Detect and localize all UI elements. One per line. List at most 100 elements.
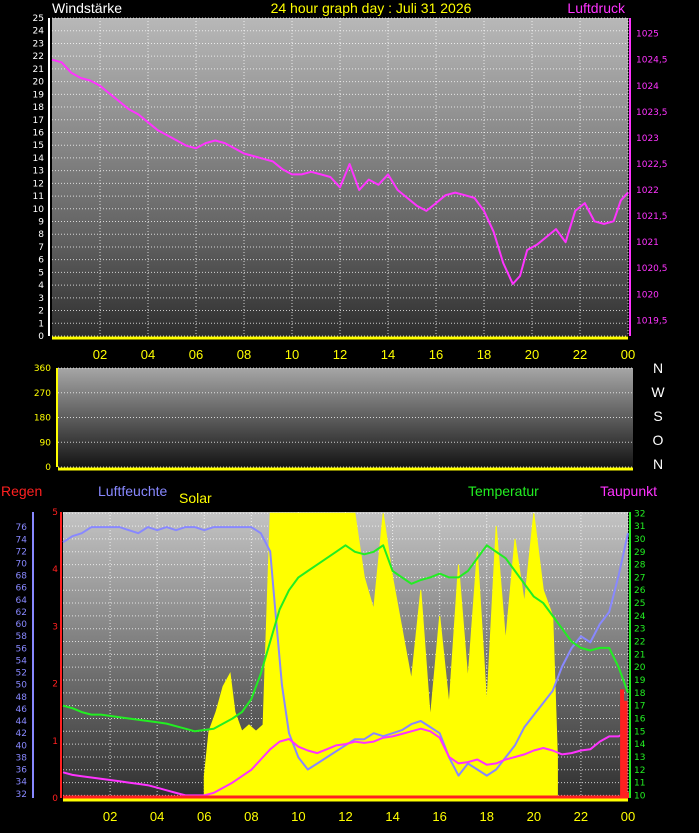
temperature-tick-label: 25 xyxy=(634,599,645,609)
humidity-tick-label: 68 xyxy=(16,572,28,582)
x-tick-label: 06 xyxy=(189,347,203,362)
compass-label: N xyxy=(653,456,663,472)
humidity-tick-label: 70 xyxy=(16,560,28,570)
x-tick-label: 06 xyxy=(197,809,211,824)
humidity-tick-label: 60 xyxy=(16,620,28,630)
wind-speed-tick-label: 11 xyxy=(33,192,44,202)
pressure-tick-label: 1021 xyxy=(636,238,659,248)
temperature-tick-label: 28 xyxy=(634,561,646,571)
humidity-tick-label: 36 xyxy=(16,766,28,776)
x-tick-label: 00 xyxy=(621,809,635,824)
temperature-tick-label: 27 xyxy=(634,573,645,583)
wind-speed-tick-label: 13 xyxy=(33,167,44,177)
humidity-tick-label: 44 xyxy=(16,717,28,727)
humidity-tick-label: 38 xyxy=(16,753,28,763)
wind-pressure-time-axis: 02 04 06 08 10 12 14 16 18 20 22 00 xyxy=(52,336,635,362)
wind-speed-tick-label: 10 xyxy=(33,205,45,215)
rain-tick-label: 0 xyxy=(52,794,58,804)
x-tick-label: 08 xyxy=(244,809,258,824)
x-tick-label: 08 xyxy=(237,347,251,362)
humidity-tick-label: 42 xyxy=(16,729,27,739)
x-tick-label: 14 xyxy=(381,347,395,362)
wind-speed-tick-label: 4 xyxy=(38,281,44,291)
x-tick-label: 10 xyxy=(291,809,305,824)
wind-direction-tick-label: 90 xyxy=(40,438,52,448)
x-tick-label: 20 xyxy=(527,809,541,824)
rain-legend-label: Regen xyxy=(1,483,42,499)
wind-speed-tick-label: 20 xyxy=(33,78,45,88)
temperature-tick-label: 16 xyxy=(634,714,646,724)
rain-tick-label: 3 xyxy=(52,622,58,632)
x-tick-label: 22 xyxy=(574,809,588,824)
temperature-tick-label: 11 xyxy=(634,779,645,789)
rain-axis: 0 1 2 3 4 5 xyxy=(52,508,62,804)
temperature-tick-label: 10 xyxy=(634,791,646,801)
x-tick-label: 16 xyxy=(429,347,443,362)
compass-label: S xyxy=(653,408,662,424)
compass-label: W xyxy=(651,384,665,400)
humidity-tick-label: 56 xyxy=(16,644,28,654)
temperature-tick-label: 18 xyxy=(634,689,646,699)
chart-title: 24 hour graph day : Juli 31 2026 xyxy=(271,0,472,16)
temperature-tick-label: 20 xyxy=(634,663,646,673)
temperature-tick-label: 31 xyxy=(634,522,645,532)
pressure-tick-label: 1020,5 xyxy=(636,264,668,274)
temperature-tick-label: 23 xyxy=(634,625,645,635)
wind-speed-tick-label: 24 xyxy=(33,27,45,37)
pressure-tick-label: 1022,5 xyxy=(636,160,668,170)
temperature-tick-label: 15 xyxy=(634,727,645,737)
humidity-tick-label: 72 xyxy=(16,547,27,557)
wind-pressure-chart: 0123456789101112131415161718192021222324… xyxy=(33,0,668,362)
humidity-tick-label: 32 xyxy=(16,790,27,800)
wind-direction-chart: 090180270360 NWSON xyxy=(34,360,666,473)
temperature-tick-label: 19 xyxy=(634,676,646,686)
x-tick-label: 18 xyxy=(480,809,494,824)
rain-tick-label: 1 xyxy=(52,737,58,747)
wind-speed-tick-label: 17 xyxy=(33,116,44,126)
pressure-axis: 1019,5 1020 1020,5 1021 1021,5 1022 1022,5 1023… xyxy=(629,18,668,336)
compass-label: O xyxy=(653,432,664,448)
wind-speed-tick-label: 19 xyxy=(33,90,45,100)
wind-speed-tick-label: 3 xyxy=(38,294,44,304)
compass-labels: NWSON xyxy=(651,360,665,472)
x-tick-label: 02 xyxy=(93,347,107,362)
wind-speed-axis: 0123456789101112131415161718192021222324… xyxy=(33,14,50,342)
wind-speed-tick-label: 14 xyxy=(33,154,45,164)
x-tick-label: 20 xyxy=(525,347,539,362)
wind-speed-tick-label: 21 xyxy=(33,65,44,75)
pressure-tick-label: 1023 xyxy=(636,134,659,144)
temperature-tick-label: 12 xyxy=(634,766,645,776)
pressure-tick-label: 1025 xyxy=(636,30,659,40)
humidity-tick-label: 52 xyxy=(16,669,27,679)
humidity-tick-label: 50 xyxy=(16,681,28,691)
wind-speed-tick-label: 8 xyxy=(38,230,44,240)
x-tick-label: 00 xyxy=(621,347,635,362)
x-tick-label: 12 xyxy=(333,347,347,362)
humidity-tick-label: 34 xyxy=(16,778,28,788)
pressure-tick-label: 1019,5 xyxy=(636,316,668,326)
wind-direction-tick-label: 360 xyxy=(34,364,51,374)
x-tick-label: 16 xyxy=(432,809,446,824)
wind-speed-tick-label: 23 xyxy=(33,39,44,49)
pressure-tick-label: 1021,5 xyxy=(636,212,668,222)
humidity-tick-label: 46 xyxy=(16,705,28,715)
wind-speed-tick-label: 0 xyxy=(38,332,44,342)
temperature-tick-label: 26 xyxy=(634,586,646,596)
humidity-tick-label: 54 xyxy=(16,656,28,666)
compass-label: N xyxy=(653,360,663,376)
x-tick-label: 04 xyxy=(150,809,164,824)
wind-direction-plot-area xyxy=(58,368,633,467)
temperature-tick-label: 14 xyxy=(634,740,646,750)
x-tick-label: 14 xyxy=(385,809,399,824)
x-tick-label: 22 xyxy=(573,347,587,362)
temperature-tick-label: 24 xyxy=(634,612,646,622)
pressure-tick-label: 1024 xyxy=(636,82,659,92)
solar-legend-label: Solar xyxy=(179,490,212,506)
wind-speed-tick-label: 16 xyxy=(33,128,45,138)
wind-speed-tick-label: 1 xyxy=(38,319,44,329)
rain-tick-label: 2 xyxy=(52,680,58,690)
wind-speed-tick-label: 6 xyxy=(38,256,44,266)
rain-tick-label: 4 xyxy=(52,565,58,575)
humidity-tick-label: 76 xyxy=(16,523,28,533)
wind-speed-tick-label: 25 xyxy=(33,14,44,24)
